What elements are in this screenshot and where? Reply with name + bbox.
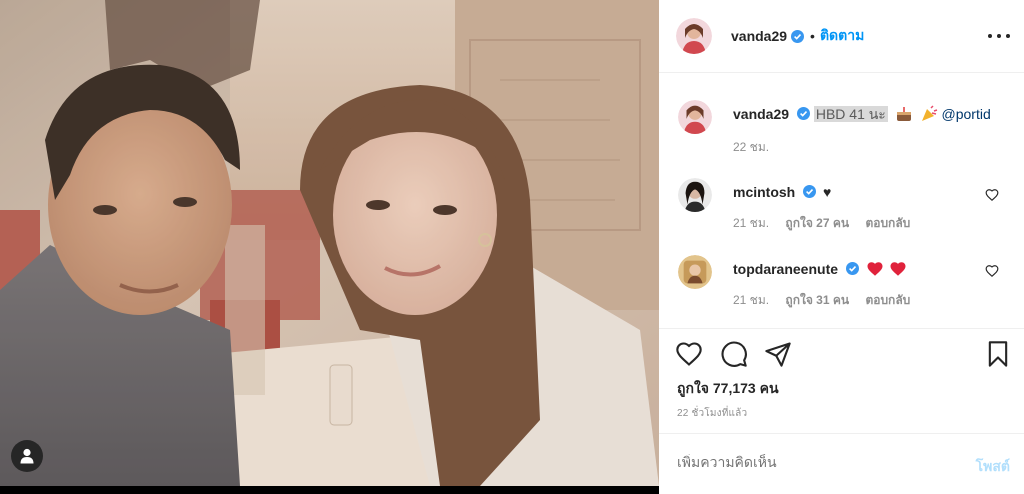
red-heart-icon — [890, 262, 906, 276]
author-avatar[interactable] — [676, 18, 712, 54]
commenter-avatar[interactable] — [678, 178, 712, 212]
caption-username[interactable]: vanda29 — [733, 106, 789, 122]
verified-icon — [796, 107, 810, 120]
comment-meta: 21 ชม. ถูกใจ 27 คน ตอบกลับ — [733, 214, 923, 233]
heart-icon[interactable] — [675, 340, 703, 368]
more-options-icon[interactable] — [988, 27, 1010, 45]
caption-text: HBD 41 นะ — [813, 106, 888, 122]
comments-section: vanda29 HBD 41 นะ @portid 22 ชม. mcintos… — [659, 74, 1024, 329]
share-icon[interactable] — [764, 340, 792, 368]
author-username[interactable]: vanda29 — [731, 28, 787, 44]
comment-meta: 21 ชม. ถูกใจ 31 คน ตอบกลับ — [733, 291, 923, 310]
post-photo[interactable] — [0, 0, 659, 486]
caption-avatar[interactable] — [678, 100, 712, 134]
party-popper-icon — [921, 105, 937, 121]
comment-icon[interactable] — [720, 340, 748, 368]
user-tag-icon — [20, 448, 34, 464]
follow-button[interactable]: ติดตาม — [820, 25, 864, 47]
comment-row: topdaraneenute — [678, 255, 907, 289]
action-bar — [659, 340, 1024, 370]
comment-composer: โพสต์ — [659, 433, 1024, 494]
comment-body: topdaraneenute — [733, 255, 907, 289]
verified-icon — [845, 262, 859, 275]
post-timestamp[interactable]: 22 ชั่วโมงที่แล้ว — [677, 406, 747, 421]
caption-body: vanda29 HBD 41 นะ @portid — [733, 100, 991, 134]
commenter-avatar[interactable] — [678, 255, 712, 289]
red-heart-icon — [867, 262, 883, 276]
verified-icon — [803, 185, 817, 198]
reply-button[interactable]: ตอบกลับ — [865, 216, 910, 230]
heart-icon[interactable] — [985, 188, 999, 202]
caption-row: vanda29 HBD 41 นะ @portid — [678, 100, 991, 134]
comment-likes[interactable]: ถูกใจ 31 คน — [785, 293, 849, 307]
comment-time[interactable]: 21 ชม. — [733, 216, 769, 230]
like-count[interactable]: ถูกใจ 77,173 คน — [677, 378, 779, 400]
post-side-panel: vanda29 • ติดตาม vanda29 HBD 41 นะ @port… — [659, 0, 1024, 494]
user-tag-button[interactable] — [11, 440, 43, 472]
post-photo-image — [0, 0, 659, 486]
caption-meta: 22 ชม. — [733, 138, 782, 157]
comment-row: mcintosh ♥ — [678, 178, 831, 212]
caption-mention[interactable]: @portid — [942, 106, 991, 122]
comment-input[interactable] — [677, 454, 937, 470]
verified-icon — [791, 29, 805, 43]
separator-dot: • — [810, 28, 815, 44]
reply-button[interactable]: ตอบกลับ — [865, 293, 910, 307]
post-photo-panel — [0, 0, 659, 494]
comment-likes[interactable]: ถูกใจ 27 คน — [785, 216, 849, 230]
comment-text: ♥ — [823, 184, 832, 200]
comment-username[interactable]: topdaraneenute — [733, 261, 838, 277]
cake-icon — [896, 107, 911, 121]
bookmark-icon[interactable] — [984, 340, 1012, 368]
comment-time[interactable]: 21 ชม. — [733, 293, 769, 307]
comment-body: mcintosh ♥ — [733, 178, 831, 212]
comment-username[interactable]: mcintosh — [733, 184, 795, 200]
heart-icon[interactable] — [985, 264, 999, 278]
post-comment-button[interactable]: โพสต์ — [976, 456, 1010, 478]
caption-time[interactable]: 22 ชม. — [733, 140, 769, 154]
post-header: vanda29 • ติดตาม — [659, 0, 1024, 73]
